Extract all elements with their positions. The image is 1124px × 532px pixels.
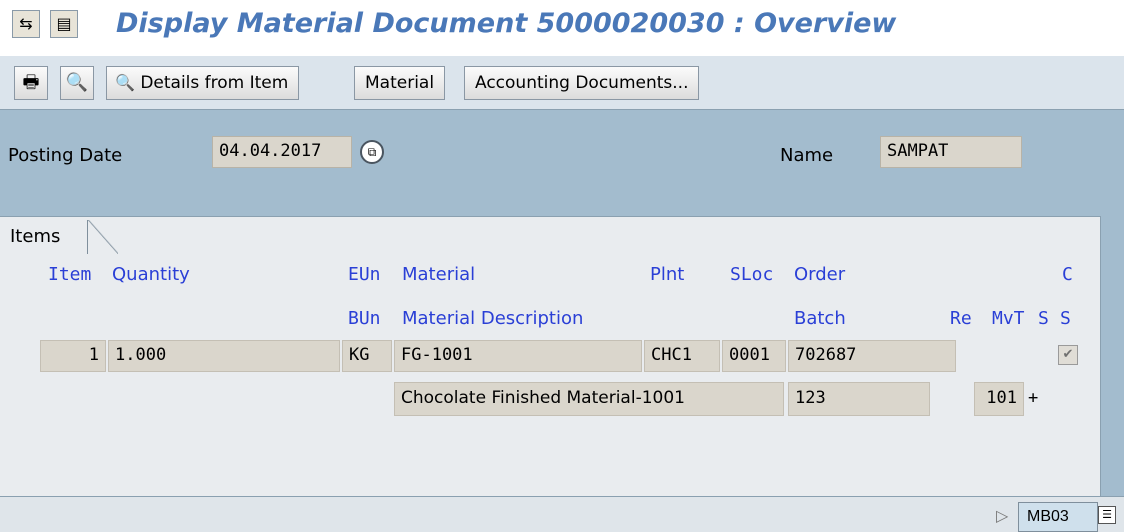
col-item: Item: [48, 264, 92, 285]
col-order: Order: [794, 264, 846, 285]
cell-material[interactable]: FG-1001: [394, 340, 642, 372]
col-plnt: Plnt: [650, 264, 685, 285]
col-quantity: Quantity: [112, 264, 190, 285]
col-eun: EUn: [348, 264, 381, 285]
posting-date-label: Posting Date: [8, 145, 123, 166]
details-from-item-label: Details from Item: [140, 73, 289, 93]
cell-sign: +: [1028, 388, 1039, 408]
status-menu-icon[interactable]: ☰: [1098, 506, 1116, 524]
menu-icon[interactable]: ▤: [50, 10, 78, 38]
calendar-help-icon[interactable]: ⧉: [360, 140, 384, 164]
accounting-documents-button[interactable]: Accounting Documents...: [464, 66, 700, 100]
cell-quantity[interactable]: 1.000: [108, 340, 340, 372]
col-material: Material: [402, 264, 476, 285]
change-display-icon[interactable]: ⇆: [12, 10, 40, 38]
cell-mvt[interactable]: 101: [974, 382, 1024, 416]
transaction-code: MB03: [1018, 502, 1098, 532]
material-button[interactable]: Material: [354, 66, 446, 100]
page-title: Display Material Document 5000020030 : O…: [116, 8, 897, 39]
name-label: Name: [780, 145, 834, 166]
cell-sloc[interactable]: 0001: [722, 340, 786, 372]
posting-date-field[interactable]: 04.04.2017: [212, 136, 352, 168]
tab-corner: [88, 220, 118, 254]
zoom-icon[interactable]: 🔍: [60, 66, 94, 100]
name-field[interactable]: SAMPAT: [880, 136, 1022, 168]
cell-item[interactable]: 1: [40, 340, 106, 372]
print-icon[interactable]: 🖶: [14, 66, 48, 100]
col-s2: S: [1060, 308, 1071, 329]
tab-items-label: Items: [10, 226, 61, 247]
col-batch: Batch: [794, 308, 846, 329]
col-bun: BUn: [348, 308, 381, 329]
col-sloc: SLoc: [730, 264, 774, 285]
col-re: Re: [950, 308, 972, 329]
col-mvt: MvT: [992, 308, 1025, 329]
cell-order[interactable]: 702687: [788, 340, 956, 372]
cell-eun[interactable]: KG: [342, 340, 392, 372]
completed-checkbox[interactable]: ✔: [1058, 345, 1078, 365]
cell-material-description[interactable]: Chocolate Finished Material-1001: [394, 382, 784, 416]
status-bar: [0, 496, 1124, 532]
col-c: C: [1062, 264, 1073, 285]
cell-plnt[interactable]: CHC1: [644, 340, 720, 372]
details-icon: 🔍: [115, 73, 135, 92]
col-s1: S: [1038, 308, 1049, 329]
status-arrow-icon[interactable]: ▷: [996, 506, 1008, 525]
cell-batch[interactable]: 123: [788, 382, 930, 416]
details-from-item-button[interactable]: 🔍 Details from Item: [106, 66, 300, 100]
col-material-description: Material Description: [402, 308, 584, 329]
tab-items[interactable]: Items: [0, 220, 88, 254]
